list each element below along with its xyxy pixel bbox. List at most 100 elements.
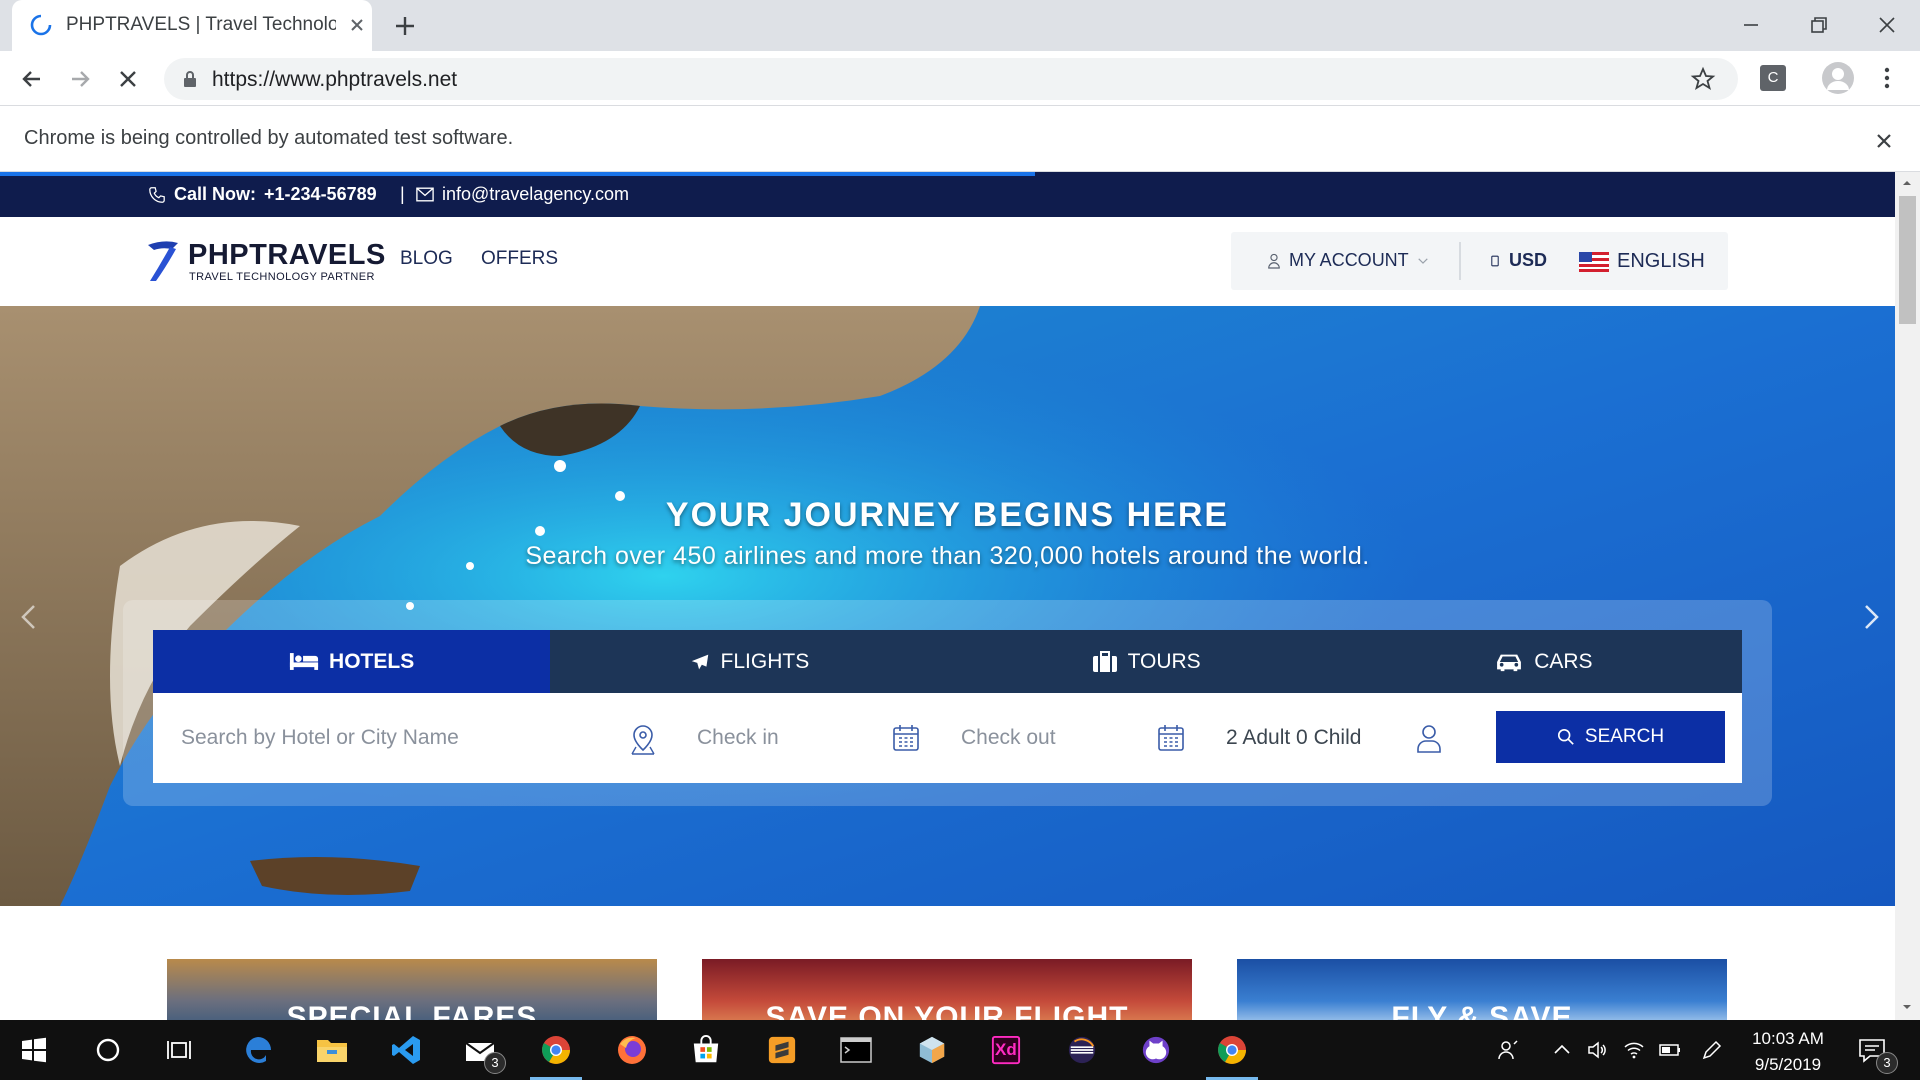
currency-selector[interactable]: USD	[1491, 250, 1547, 271]
my-account-dropdown[interactable]: MY ACCOUNT	[1267, 250, 1429, 271]
wifi-icon[interactable]	[1622, 1038, 1646, 1062]
nav-blog-link[interactable]: BLOG	[400, 248, 453, 270]
search-icon	[1557, 728, 1574, 745]
eclipse-icon[interactable]	[1062, 1030, 1102, 1070]
site-logo[interactable]: PHPTRAVELS TRAVEL TECHNOLOGY PARTNER	[142, 237, 385, 287]
close-window-icon[interactable]	[1874, 12, 1900, 38]
extension-icon[interactable]: C	[1760, 65, 1786, 91]
edge-browser-icon[interactable]	[238, 1030, 278, 1070]
profile-avatar-icon[interactable]	[1822, 62, 1854, 94]
bookmark-star-icon[interactable]	[1690, 66, 1716, 92]
hotel-search-form: Search by Hotel or City Name Check in Ch…	[153, 693, 1742, 783]
scrollbar-thumb[interactable]	[1899, 196, 1916, 324]
action-center-icon[interactable]: 3	[1852, 1030, 1898, 1074]
lock-icon[interactable]	[180, 69, 200, 89]
scroll-down-arrow-icon[interactable]	[1902, 1002, 1912, 1012]
language-selector[interactable]: ENGLISH	[1579, 250, 1705, 273]
page-loading-bar	[0, 172, 1035, 176]
restore-icon[interactable]	[1806, 12, 1832, 38]
airplane-icon	[691, 654, 708, 669]
tab-hotels[interactable]: HOTELS	[153, 630, 551, 693]
logo-subtitle: TRAVEL TECHNOLOGY PARTNER	[189, 271, 375, 283]
tab-flights[interactable]: FLIGHTS	[550, 630, 948, 693]
back-arrow-icon[interactable]	[18, 65, 46, 93]
battery-icon[interactable]	[1658, 1038, 1682, 1062]
address-bar[interactable]: https://www.phptravels.net	[164, 58, 1738, 100]
firefox-icon[interactable]	[612, 1030, 652, 1070]
system-clock[interactable]: 10:03 AM 9/5/2019	[1738, 1026, 1838, 1078]
envelope-icon	[416, 187, 434, 202]
url-text[interactable]: https://www.phptravels.net	[212, 68, 457, 92]
hero-subtitle: Search over 450 airlines and more than 3…	[525, 542, 1370, 570]
phone-contact[interactable]: Call Now: +1-234-56789	[148, 184, 377, 205]
promo-title: FLY & SAVE	[1391, 1001, 1573, 1020]
suitcase-icon	[1092, 650, 1117, 672]
chevron-down-icon	[1417, 258, 1428, 264]
promo-card-fly-and-save[interactable]: FLY & SAVE	[1237, 959, 1727, 1020]
search-button[interactable]: SEARCH	[1496, 711, 1725, 763]
chrome-active-icon[interactable]	[1206, 1030, 1258, 1080]
scroll-up-arrow-icon[interactable]	[1902, 178, 1912, 188]
infobar-message: Chrome is being controlled by automated …	[24, 127, 514, 149]
tab-hotels-label: HOTELS	[329, 649, 415, 673]
github-desktop-icon[interactable]	[1136, 1030, 1176, 1070]
header-divider	[1459, 242, 1461, 280]
carousel-prev-icon[interactable]	[14, 602, 44, 632]
tab-flights-label: FLIGHTS	[720, 649, 810, 673]
stop-loading-icon[interactable]	[114, 65, 142, 93]
file-explorer-icon[interactable]	[312, 1030, 352, 1070]
people-icon[interactable]	[1496, 1038, 1520, 1062]
carousel-next-icon[interactable]	[1856, 602, 1886, 632]
phone-number[interactable]: +1-234-56789	[264, 184, 377, 205]
search-tabs: HOTELS FLIGHTS TOURS CARS	[153, 630, 1742, 693]
guests-selector[interactable]: 2 Adult 0 Child	[1226, 693, 1426, 783]
call-label: Call Now:	[174, 184, 257, 204]
show-hidden-icons-icon[interactable]	[1550, 1038, 1574, 1062]
hero-banner: YOUR JOURNEY BEGINS HERE Search over 450…	[0, 306, 1895, 906]
sublime-text-icon[interactable]	[762, 1030, 802, 1070]
tab-title: PHPTRAVELS | Travel Technology	[66, 14, 336, 35]
virtualbox-icon[interactable]	[912, 1030, 952, 1070]
pen-workspace-icon[interactable]	[1700, 1038, 1724, 1062]
volume-icon[interactable]	[1586, 1038, 1610, 1062]
mail-icon[interactable]: 3	[460, 1030, 506, 1074]
nav-offers-link[interactable]: OFFERS	[481, 248, 558, 270]
email-contact[interactable]: info@travelagency.com	[416, 184, 629, 205]
us-flag-icon	[1579, 251, 1609, 272]
browser-tabstrip: PHPTRAVELS | Travel Technology	[0, 0, 1920, 51]
check-in-input[interactable]: Check in	[697, 693, 897, 783]
clock-date: 9/5/2019	[1754, 1055, 1822, 1074]
windows-start-icon[interactable]	[14, 1030, 54, 1070]
promo-card-special-fares[interactable]: SPECIAL FARES	[167, 959, 657, 1020]
new-tab-icon[interactable]	[392, 13, 418, 39]
cortana-search-icon[interactable]	[88, 1030, 128, 1070]
tab-cars[interactable]: CARS	[1344, 630, 1742, 693]
browser-tab[interactable]: PHPTRAVELS | Travel Technology	[12, 0, 372, 51]
tab-tours[interactable]: TOURS	[947, 630, 1345, 693]
close-infobar-icon[interactable]	[1872, 129, 1896, 153]
user-icon	[1268, 253, 1280, 269]
hotel-city-input[interactable]: Search by Hotel or City Name	[181, 693, 621, 783]
terminal-icon[interactable]	[836, 1030, 876, 1070]
adobe-xd-icon[interactable]: Xd	[986, 1030, 1026, 1070]
check-out-input[interactable]: Check out	[961, 693, 1161, 783]
chrome-icon[interactable]	[530, 1030, 582, 1080]
forward-arrow-icon[interactable]	[66, 65, 94, 93]
loading-spinner-icon	[30, 14, 52, 36]
promo-card-save-on-flight[interactable]: SAVE ON YOUR FLIGHT	[702, 959, 1192, 1020]
automation-infobar: Chrome is being controlled by automated …	[0, 107, 1920, 172]
clock-time: 10:03 AM	[1752, 1029, 1824, 1048]
vscode-icon[interactable]	[386, 1030, 426, 1070]
email-address[interactable]: info@travelagency.com	[442, 184, 629, 205]
task-view-icon[interactable]	[160, 1030, 200, 1070]
search-panel: HOTELS FLIGHTS TOURS CARS Search by Hote…	[123, 600, 1772, 806]
web-page: Call Now: +1-234-56789 | info@travelagen…	[0, 172, 1895, 1020]
vertical-scrollbar[interactable]	[1895, 172, 1920, 1020]
microsoft-store-icon[interactable]	[686, 1030, 726, 1070]
minimize-icon[interactable]	[1738, 12, 1764, 38]
notification-badge: 3	[1876, 1052, 1898, 1074]
kebab-menu-icon[interactable]	[1874, 65, 1900, 91]
close-tab-icon[interactable]	[346, 14, 368, 36]
mobile-icon	[1491, 255, 1499, 266]
bed-icon	[289, 653, 319, 670]
